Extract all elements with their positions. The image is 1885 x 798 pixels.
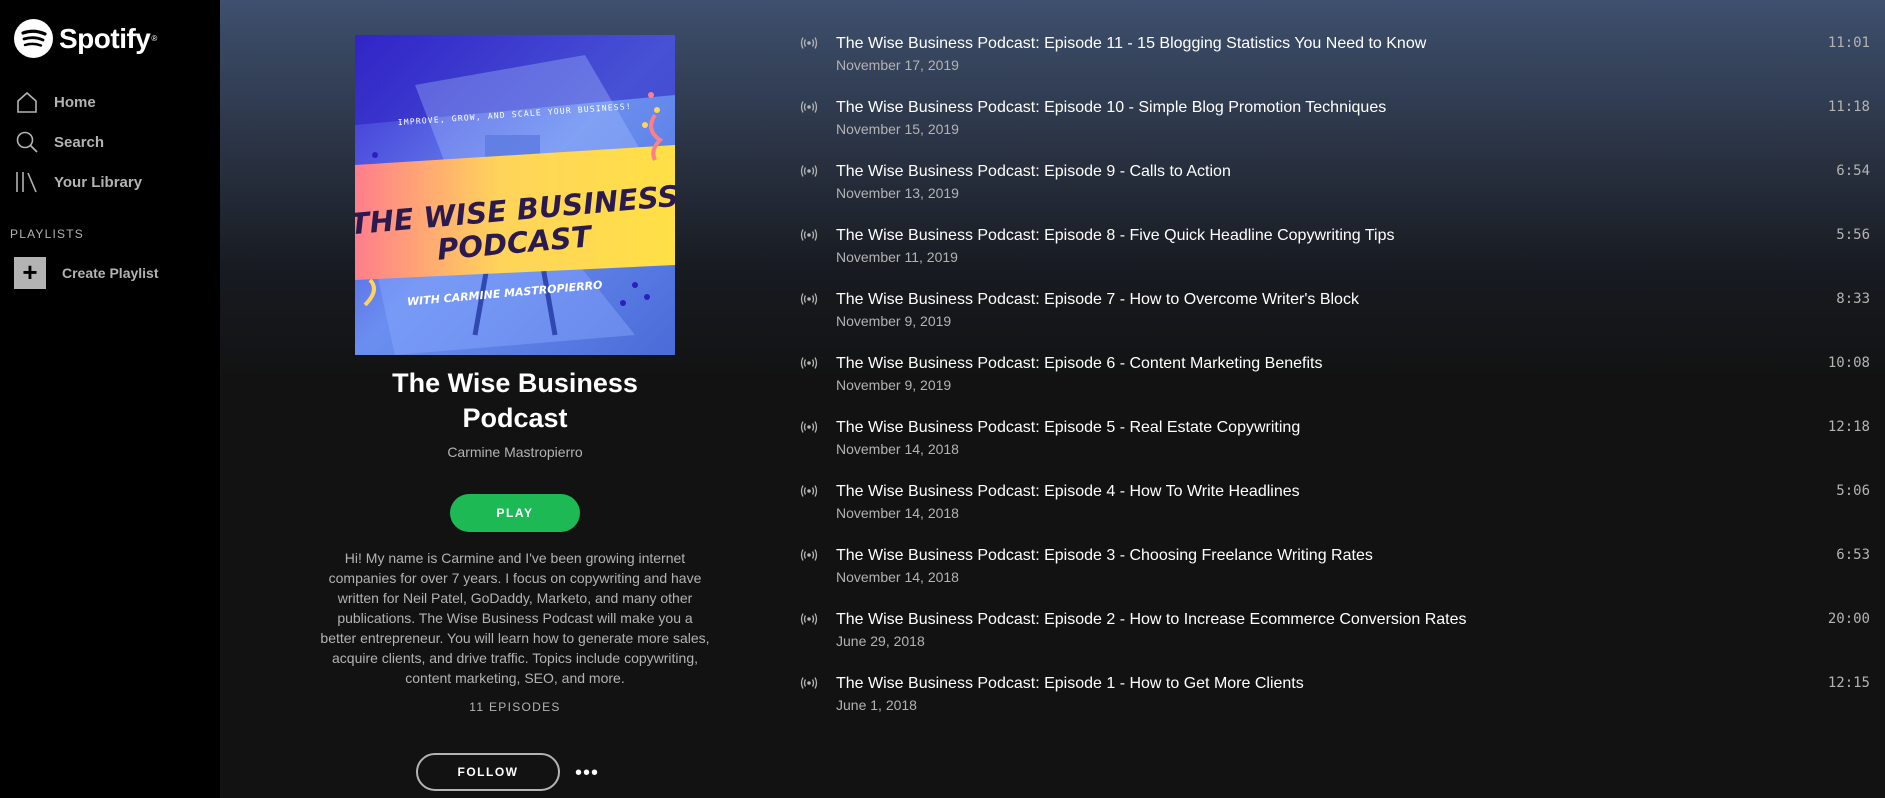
episode-duration: 10:08 (1827, 355, 1870, 371)
spotify-logo[interactable]: Spotify ® (14, 19, 157, 58)
episode-duration: 5:06 (1836, 483, 1870, 499)
episode-row[interactable]: The Wise Business Podcast: Episode 5 - R… (800, 413, 1870, 477)
episode-title[interactable]: The Wise Business Podcast: Episode 1 - H… (836, 675, 1304, 693)
nav-library-label: Your Library (54, 173, 143, 191)
podcast-episode-icon (800, 356, 818, 370)
episode-duration: 6:53 (1836, 547, 1870, 563)
play-button[interactable]: PLAY (450, 494, 580, 532)
episode-date: November 9, 2019 (836, 313, 952, 329)
spotify-logo-icon (14, 19, 53, 58)
library-icon (14, 169, 40, 195)
episode-row[interactable]: The Wise Business Podcast: Episode 4 - H… (800, 477, 1870, 541)
episode-date: June 29, 2018 (836, 633, 925, 649)
podcast-episode-icon (800, 612, 818, 626)
episode-title[interactable]: The Wise Business Podcast: Episode 4 - H… (836, 483, 1300, 501)
episode-row[interactable]: The Wise Business Podcast: Episode 8 - F… (800, 221, 1870, 285)
episode-title[interactable]: The Wise Business Podcast: Episode 7 - H… (836, 291, 1359, 309)
create-playlist-button[interactable]: + Create Playlist (14, 257, 159, 289)
episode-duration: 20:00 (1827, 611, 1870, 627)
nav-home[interactable]: Home (14, 87, 96, 117)
episode-title[interactable]: The Wise Business Podcast: Episode 10 - … (836, 99, 1386, 117)
episode-row[interactable]: The Wise Business Podcast: Episode 6 - C… (800, 349, 1870, 413)
episode-date: November 14, 2018 (836, 569, 959, 585)
app-name: Spotify (59, 22, 151, 54)
episode-date: November 11, 2019 (836, 249, 958, 265)
podcast-cover-art: IMPROVE, GROW, AND SCALE YOUR BUSINESS! … (355, 35, 675, 355)
podcast-author[interactable]: Carmine Mastropierro (355, 444, 675, 460)
episode-duration: 5:56 (1836, 227, 1870, 243)
episode-row[interactable]: The Wise Business Podcast: Episode 9 - C… (800, 157, 1870, 221)
playlists-heading: PLAYLISTS (10, 227, 84, 241)
podcast-episode-icon (800, 100, 818, 114)
episode-row[interactable]: The Wise Business Podcast: Episode 10 - … (800, 93, 1870, 157)
episode-duration: 11:01 (1827, 35, 1870, 51)
main-content: IMPROVE, GROW, AND SCALE YOUR BUSINESS! … (220, 0, 1885, 798)
nav-search[interactable]: Search (14, 127, 104, 157)
search-icon (14, 129, 40, 155)
podcast-episode-icon (800, 420, 818, 434)
episode-row[interactable]: The Wise Business Podcast: Episode 2 - H… (800, 605, 1870, 669)
episode-date: November 17, 2019 (836, 57, 959, 73)
episode-title[interactable]: The Wise Business Podcast: Episode 8 - F… (836, 227, 1394, 245)
podcast-episode-icon (800, 676, 818, 690)
podcast-episode-icon (800, 484, 818, 498)
nav-library[interactable]: Your Library (14, 167, 142, 197)
nav-search-label: Search (54, 133, 105, 151)
podcast-description: Hi! My name is Carmine and I've been gro… (320, 550, 710, 686)
episode-date: November 13, 2019 (836, 185, 959, 201)
plus-icon: + (14, 257, 46, 289)
podcast-episode-icon (800, 548, 818, 562)
episode-date: June 1, 2018 (836, 697, 917, 713)
episode-date: November 15, 2019 (836, 121, 959, 137)
follow-button[interactable]: FOLLOW (416, 753, 560, 791)
episode-count: 11 EPISODES (469, 700, 561, 714)
episode-date: November 14, 2018 (836, 505, 959, 521)
episode-duration: 12:18 (1827, 419, 1870, 435)
episode-title[interactable]: The Wise Business Podcast: Episode 5 - R… (836, 419, 1300, 437)
create-playlist-label: Create Playlist (62, 265, 159, 281)
episode-date: November 9, 2019 (836, 377, 952, 393)
episode-date: November 14, 2018 (836, 441, 959, 457)
podcast-episode-icon (800, 164, 818, 178)
more-options-button[interactable]: ••• (572, 762, 602, 784)
podcast-episode-icon (800, 228, 818, 242)
episode-duration: 11:18 (1827, 99, 1870, 115)
episode-list: The Wise Business Podcast: Episode 11 - … (800, 29, 1870, 733)
podcast-episode-icon (800, 292, 818, 306)
home-icon (14, 89, 40, 115)
episode-title[interactable]: The Wise Business Podcast: Episode 3 - C… (836, 547, 1373, 565)
podcast-episode-icon (800, 36, 818, 50)
episode-duration: 6:54 (1836, 163, 1870, 179)
episode-title[interactable]: The Wise Business Podcast: Episode 6 - C… (836, 355, 1322, 373)
episode-title[interactable]: The Wise Business Podcast: Episode 11 - … (836, 35, 1426, 53)
episode-title[interactable]: The Wise Business Podcast: Episode 9 - C… (836, 163, 1231, 181)
episode-row[interactable]: The Wise Business Podcast: Episode 1 - H… (800, 669, 1870, 733)
episode-row[interactable]: The Wise Business Podcast: Episode 3 - C… (800, 541, 1870, 605)
podcast-title: The Wise Business Podcast (392, 368, 638, 433)
episode-duration: 8:33 (1836, 291, 1870, 307)
episode-title[interactable]: The Wise Business Podcast: Episode 2 - H… (836, 611, 1467, 629)
registered-mark: ® (151, 34, 158, 43)
nav-home-label: Home (54, 93, 96, 111)
sidebar: Spotify ® Home Search Your Library PLAYL… (0, 0, 220, 798)
episode-row[interactable]: The Wise Business Podcast: Episode 11 - … (800, 29, 1870, 93)
episode-row[interactable]: The Wise Business Podcast: Episode 7 - H… (800, 285, 1870, 349)
episode-duration: 12:15 (1827, 675, 1870, 691)
